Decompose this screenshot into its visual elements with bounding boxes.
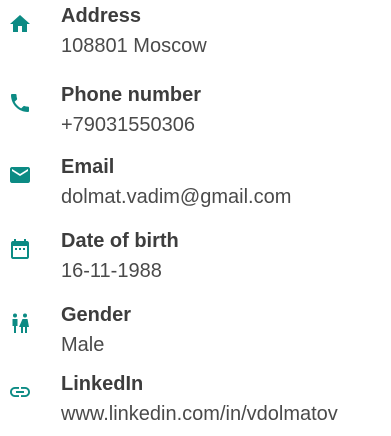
email-icon	[8, 163, 32, 187]
email-value: dolmat.vadim@gmail.com	[61, 186, 292, 208]
contact-item-birthdate: Date of birth 16-11-1988	[0, 229, 391, 293]
contact-list: Address 108801 Moscow Phone number +7903…	[0, 0, 391, 432]
email-label: Email	[61, 156, 115, 178]
link-icon	[8, 380, 32, 404]
linkedin-label: LinkedIn	[61, 373, 144, 395]
address-value: 108801 Moscow	[61, 35, 207, 57]
contact-item-email: Email dolmat.vadim@gmail.com	[0, 155, 391, 219]
contact-item-phone: Phone number +79031550306	[0, 83, 391, 147]
contact-item-gender: Gender Male	[0, 303, 391, 367]
calendar-icon	[8, 237, 32, 261]
gender-value: Male	[61, 334, 105, 356]
phone-value: +79031550306	[61, 114, 196, 136]
gender-label: Gender	[61, 304, 132, 326]
phone-label: Phone number	[61, 84, 202, 106]
birthdate-label: Date of birth	[61, 230, 179, 252]
birthdate-value: 16-11-1988	[61, 260, 162, 282]
contact-item-linkedin: LinkedIn www.linkedin.com/in/vdolmatov	[0, 372, 391, 436]
contact-item-address: Address 108801 Moscow	[0, 4, 391, 68]
gender-icon	[8, 311, 32, 335]
address-label: Address	[61, 5, 142, 27]
phone-icon	[8, 91, 32, 115]
home-icon	[8, 12, 32, 36]
linkedin-link[interactable]: www.linkedin.com/in/vdolmatov	[61, 402, 338, 426]
